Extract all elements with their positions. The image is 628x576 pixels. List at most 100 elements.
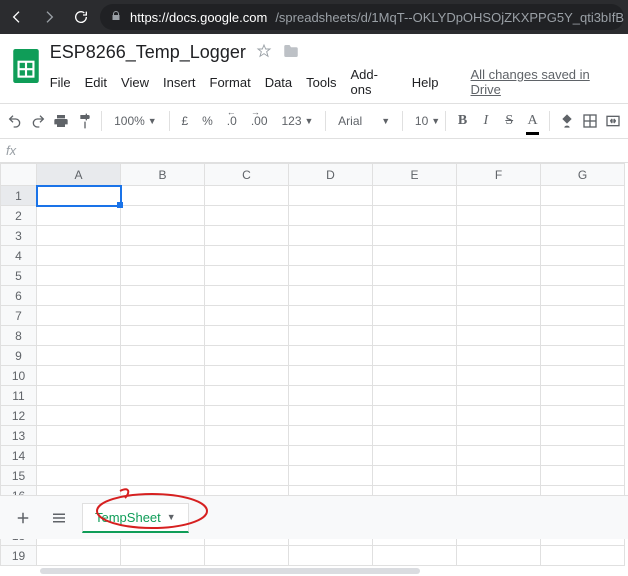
cell[interactable]: [121, 306, 205, 326]
cell[interactable]: [121, 326, 205, 346]
menu-file[interactable]: File: [50, 75, 71, 90]
row-header[interactable]: 10: [1, 366, 37, 386]
cell[interactable]: [457, 186, 541, 206]
cell[interactable]: [37, 446, 121, 466]
cell[interactable]: [121, 386, 205, 406]
cell[interactable]: [205, 346, 289, 366]
cell[interactable]: [37, 546, 121, 566]
sheets-logo-icon[interactable]: [8, 42, 44, 90]
cell[interactable]: [541, 266, 625, 286]
cell[interactable]: [289, 426, 373, 446]
select-all-corner[interactable]: [1, 164, 37, 186]
row-header[interactable]: 4: [1, 246, 37, 266]
cell[interactable]: [37, 346, 121, 366]
cell[interactable]: [289, 286, 373, 306]
cell[interactable]: [205, 326, 289, 346]
cell[interactable]: [457, 406, 541, 426]
font-select[interactable]: Arial▼: [334, 114, 394, 128]
cell[interactable]: [205, 206, 289, 226]
doc-title[interactable]: ESP8266_Temp_Logger: [50, 42, 246, 63]
cell[interactable]: [541, 326, 625, 346]
column-header[interactable]: A: [37, 164, 121, 186]
merge-cells-button[interactable]: [605, 109, 622, 133]
menu-edit[interactable]: Edit: [85, 75, 107, 90]
star-icon[interactable]: [256, 43, 272, 62]
menu-help[interactable]: Help: [412, 75, 439, 90]
cell[interactable]: [205, 266, 289, 286]
cell[interactable]: [289, 206, 373, 226]
redo-button[interactable]: [29, 109, 46, 133]
cell[interactable]: [37, 326, 121, 346]
column-header[interactable]: B: [121, 164, 205, 186]
cell[interactable]: [37, 186, 121, 206]
column-header[interactable]: D: [289, 164, 373, 186]
undo-button[interactable]: [6, 109, 23, 133]
cell[interactable]: [121, 546, 205, 566]
menu-format[interactable]: Format: [210, 75, 251, 90]
cell[interactable]: [205, 246, 289, 266]
cell[interactable]: [289, 366, 373, 386]
cell[interactable]: [457, 346, 541, 366]
cell[interactable]: [457, 446, 541, 466]
menu-addons[interactable]: Add-ons: [351, 67, 398, 97]
fill-color-button[interactable]: [558, 109, 575, 133]
cell[interactable]: [541, 246, 625, 266]
row-header[interactable]: 12: [1, 406, 37, 426]
row-header[interactable]: 3: [1, 226, 37, 246]
decrease-decimal[interactable]: .0←: [223, 114, 241, 128]
text-color-button[interactable]: A: [524, 109, 541, 133]
row-header[interactable]: 9: [1, 346, 37, 366]
cell[interactable]: [289, 266, 373, 286]
cell[interactable]: [457, 286, 541, 306]
row-header[interactable]: 7: [1, 306, 37, 326]
cell[interactable]: [205, 366, 289, 386]
cell[interactable]: [373, 446, 457, 466]
paint-format-button[interactable]: [76, 109, 93, 133]
cell[interactable]: [121, 206, 205, 226]
print-button[interactable]: [53, 109, 70, 133]
cell[interactable]: [373, 206, 457, 226]
cell[interactable]: [541, 306, 625, 326]
cell[interactable]: [373, 306, 457, 326]
row-header[interactable]: 11: [1, 386, 37, 406]
cell[interactable]: [37, 426, 121, 446]
strikethrough-button[interactable]: S: [501, 109, 518, 133]
cell[interactable]: [373, 326, 457, 346]
save-status[interactable]: All changes saved in Drive: [471, 67, 620, 97]
cell[interactable]: [121, 246, 205, 266]
column-header[interactable]: G: [541, 164, 625, 186]
row-header[interactable]: 1: [1, 186, 37, 206]
cell[interactable]: [37, 366, 121, 386]
row-header[interactable]: 14: [1, 446, 37, 466]
cell[interactable]: [289, 346, 373, 366]
cell[interactable]: [457, 306, 541, 326]
folder-icon[interactable]: [282, 42, 300, 63]
cell[interactable]: [289, 446, 373, 466]
more-formats[interactable]: 123▼: [278, 114, 318, 128]
cell[interactable]: [541, 546, 625, 566]
cell[interactable]: [541, 346, 625, 366]
cell[interactable]: [37, 206, 121, 226]
zoom-select[interactable]: 100%▼: [110, 114, 161, 128]
url-bar[interactable]: https://docs.google.com/spreadsheets/d/1…: [100, 4, 624, 30]
cell[interactable]: [289, 386, 373, 406]
cell[interactable]: [37, 386, 121, 406]
cell[interactable]: [373, 186, 457, 206]
cell[interactable]: [541, 406, 625, 426]
italic-button[interactable]: I: [477, 109, 494, 133]
cell[interactable]: [205, 466, 289, 486]
menu-data[interactable]: Data: [265, 75, 292, 90]
reload-button[interactable]: [68, 4, 94, 30]
cell[interactable]: [373, 406, 457, 426]
column-header[interactable]: F: [457, 164, 541, 186]
cell[interactable]: [37, 406, 121, 426]
sheet-tab-active[interactable]: TempSheet ▼: [82, 503, 189, 533]
menu-tools[interactable]: Tools: [306, 75, 336, 90]
column-header[interactable]: E: [373, 164, 457, 186]
cell[interactable]: [121, 286, 205, 306]
cell[interactable]: [121, 226, 205, 246]
cell[interactable]: [121, 426, 205, 446]
cell[interactable]: [373, 426, 457, 446]
cell[interactable]: [37, 286, 121, 306]
cell[interactable]: [373, 466, 457, 486]
